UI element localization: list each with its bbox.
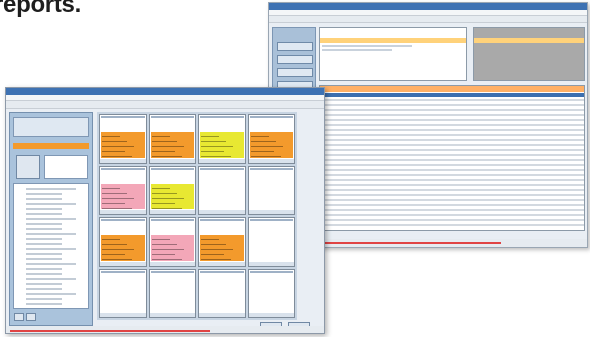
calendar-cell[interactable] xyxy=(198,217,246,267)
list-item[interactable] xyxy=(26,263,76,265)
table-row[interactable] xyxy=(322,134,584,136)
table-row[interactable] xyxy=(322,149,584,151)
list-item[interactable] xyxy=(26,288,62,290)
list-item[interactable] xyxy=(26,228,62,230)
table-row[interactable] xyxy=(322,189,584,191)
table-row[interactable] xyxy=(322,204,584,206)
sidebar-button[interactable] xyxy=(277,55,313,64)
back-window-toolbar[interactable] xyxy=(269,16,587,23)
calendar-cell[interactable] xyxy=(99,268,147,318)
calendar-cell[interactable] xyxy=(148,217,196,267)
front-window-statusbar xyxy=(6,326,324,333)
panel-header xyxy=(474,38,584,43)
side-small-button[interactable] xyxy=(14,313,24,321)
list-item[interactable] xyxy=(26,248,76,250)
back-window-upper-panel-right xyxy=(473,27,585,81)
back-window-titlebar[interactable] xyxy=(269,3,587,10)
table-row[interactable] xyxy=(322,209,584,211)
list-item[interactable] xyxy=(26,188,76,190)
table-row[interactable] xyxy=(322,139,584,141)
table-row[interactable] xyxy=(322,119,584,121)
calendar-grid xyxy=(97,112,297,320)
panel-header xyxy=(320,38,466,43)
list-item[interactable] xyxy=(26,208,62,210)
table-row[interactable] xyxy=(322,114,584,116)
calendar-cell[interactable] xyxy=(247,268,295,318)
calendar-cell[interactable] xyxy=(198,268,246,318)
panel-row[interactable] xyxy=(322,49,392,51)
front-window-titlebar[interactable] xyxy=(6,88,324,95)
back-window-upper-panel-left xyxy=(319,27,467,81)
table-row[interactable] xyxy=(322,154,584,156)
side-small-button[interactable] xyxy=(26,313,36,321)
front-window-toolbar[interactable] xyxy=(6,101,324,109)
back-window-data-grid xyxy=(319,85,585,231)
list-item[interactable] xyxy=(26,258,62,260)
status-message xyxy=(321,242,501,244)
section-header xyxy=(13,143,89,149)
side-action-button[interactable] xyxy=(16,155,40,179)
calendar-cell[interactable] xyxy=(198,165,246,215)
table-row[interactable] xyxy=(322,159,584,161)
list-item[interactable] xyxy=(26,268,62,270)
calendar-cell[interactable] xyxy=(148,114,196,164)
list-item[interactable] xyxy=(26,203,76,205)
table-row[interactable] xyxy=(322,164,584,166)
table-row[interactable] xyxy=(322,99,584,101)
table-row[interactable] xyxy=(322,179,584,181)
sidebar-button[interactable] xyxy=(277,68,313,77)
front-window-sidebar xyxy=(9,112,93,326)
table-row[interactable] xyxy=(322,199,584,201)
list-item[interactable] xyxy=(26,198,62,200)
list-item[interactable] xyxy=(26,243,62,245)
list-item[interactable] xyxy=(26,193,62,195)
front-window xyxy=(5,87,325,334)
table-row[interactable] xyxy=(322,214,584,216)
panel-row[interactable] xyxy=(322,45,412,47)
list-item[interactable] xyxy=(26,303,62,305)
table-row[interactable] xyxy=(322,109,584,111)
list-item[interactable] xyxy=(26,233,76,235)
table-row[interactable] xyxy=(322,219,584,221)
calendar-cell[interactable] xyxy=(148,165,196,215)
side-list xyxy=(13,183,89,309)
calendar-cell[interactable] xyxy=(198,114,246,164)
calendar-cell[interactable] xyxy=(99,165,147,215)
list-item[interactable] xyxy=(26,298,62,300)
calendar-cell[interactable] xyxy=(247,114,295,164)
list-item[interactable] xyxy=(26,238,62,240)
list-item[interactable] xyxy=(26,278,76,280)
calendar-cell[interactable] xyxy=(99,114,147,164)
table-row[interactable] xyxy=(322,224,584,226)
table-row[interactable] xyxy=(322,144,584,146)
table-row[interactable] xyxy=(322,184,584,186)
list-item[interactable] xyxy=(26,273,62,275)
list-item[interactable] xyxy=(26,213,62,215)
grid-selected-row[interactable] xyxy=(320,93,584,97)
sidebar-button[interactable] xyxy=(277,42,313,51)
calendar-cell[interactable] xyxy=(247,165,295,215)
page-heading: reports. xyxy=(0,0,81,18)
table-row[interactable] xyxy=(322,124,584,126)
calendar-cell[interactable] xyxy=(148,268,196,318)
table-row[interactable] xyxy=(322,174,584,176)
side-detail-box xyxy=(44,155,88,179)
list-item[interactable] xyxy=(26,253,62,255)
list-item[interactable] xyxy=(26,223,62,225)
table-row[interactable] xyxy=(322,194,584,196)
list-item[interactable] xyxy=(26,218,76,220)
table-row[interactable] xyxy=(322,169,584,171)
calendar-cell[interactable] xyxy=(247,217,295,267)
list-item[interactable] xyxy=(26,293,76,295)
table-row[interactable] xyxy=(322,104,584,106)
calendar-cell[interactable] xyxy=(99,217,147,267)
list-item[interactable] xyxy=(26,283,62,285)
status-message xyxy=(10,330,210,332)
filter-panel xyxy=(13,117,89,137)
grid-header-row xyxy=(320,86,584,92)
table-row[interactable] xyxy=(322,129,584,131)
